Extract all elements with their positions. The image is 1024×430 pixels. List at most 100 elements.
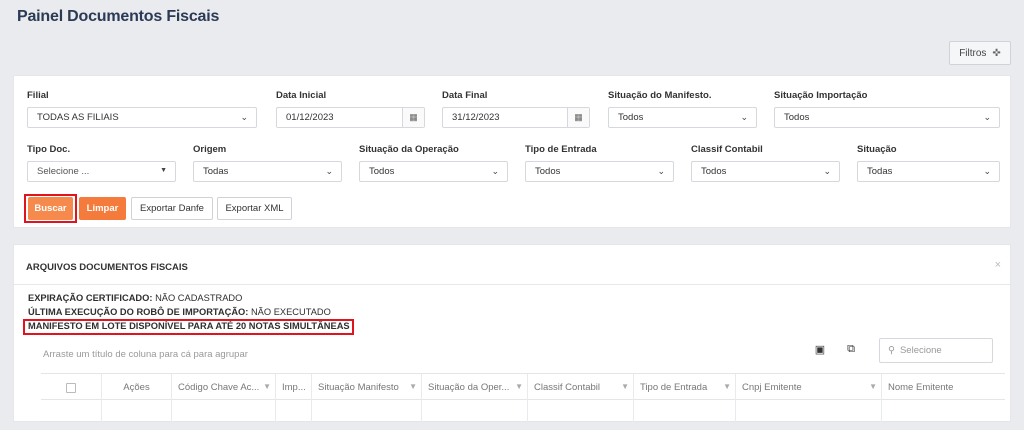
- column-chooser-icon[interactable]: ⧉: [840, 338, 862, 360]
- chevron-down-icon: ⌄: [823, 166, 831, 176]
- select-all-column[interactable]: [41, 374, 101, 401]
- col-acoes[interactable]: Ações: [101, 374, 171, 401]
- buscar-highlight: [24, 194, 77, 223]
- excel-export-icon[interactable]: ▣: [809, 338, 831, 360]
- chevron-down-icon: ⌄: [491, 166, 499, 176]
- exportar-danfe-button[interactable]: Exportar Danfe: [131, 197, 213, 220]
- tipo-entrada-value: Todos: [535, 166, 561, 177]
- chevron-down-icon: ⌄: [240, 112, 248, 122]
- filial-value: TODAS AS FILIAIS: [37, 112, 119, 123]
- search-placeholder: Selecione: [899, 345, 942, 356]
- col-imp[interactable]: Imp...: [275, 374, 311, 401]
- situacao-select[interactable]: Todas ⌄: [857, 161, 1000, 182]
- filter-icon[interactable]: ▼: [263, 382, 271, 391]
- filter-cell[interactable]: [311, 400, 421, 422]
- filter-cell[interactable]: [881, 400, 1005, 422]
- panel-divider: [14, 284, 1010, 285]
- situacao-manifesto-label: Situação do Manifesto.: [608, 90, 712, 101]
- chevron-down-icon: ⌄: [983, 112, 991, 122]
- limpar-button[interactable]: Limpar: [79, 197, 126, 220]
- origem-value: Todas: [203, 166, 229, 177]
- data-final-value: 31/12/2023: [452, 112, 500, 123]
- origem-select[interactable]: Todas ⌄: [193, 161, 342, 182]
- search-input[interactable]: ⚲ Selecione: [879, 338, 993, 363]
- chevron-down-icon: ⌄: [983, 166, 991, 176]
- col-tipo-entrada[interactable]: Tipo de Entrada ▼: [633, 374, 735, 401]
- page-title: Painel Documentos Fiscais: [17, 8, 220, 25]
- ultima-execucao-info: ÚLTIMA EXECUÇÃO DO ROBÔ DE IMPORTAÇÃO: N…: [28, 307, 331, 317]
- select-all-checkbox[interactable]: [66, 382, 76, 393]
- data-inicial-input[interactable]: 01/12/2023 ▦: [276, 107, 425, 128]
- situacao-label: Situação: [857, 144, 897, 155]
- col-acoes-label: Ações: [123, 382, 150, 393]
- filter-cell[interactable]: [421, 400, 527, 422]
- filtros-button[interactable]: Filtros ✜: [949, 41, 1011, 65]
- situacao-value: Todas: [867, 166, 893, 177]
- origem-label: Origem: [193, 144, 227, 155]
- col-classif-contabil[interactable]: Classif Contabil ▼: [527, 374, 633, 401]
- documents-card: ARQUIVOS DOCUMENTOS FISCAIS × EXPIRAÇÃO …: [13, 244, 1011, 422]
- expiracao-info: EXPIRAÇÃO CERTIFICADO: NÃO CADASTRADO: [28, 293, 242, 303]
- filter-cell[interactable]: [171, 400, 275, 422]
- tipo-doc-value: Selecione ...: [37, 166, 90, 177]
- classif-contabil-value: Todos: [701, 166, 727, 177]
- situacao-importacao-select[interactable]: Todos ⌄: [774, 107, 1000, 128]
- chevron-down-icon: ⌄: [325, 166, 333, 176]
- expiracao-value: NÃO CADASTRADO: [155, 293, 243, 303]
- col-cnpj-emitente-label: Cnpj Emitente: [742, 382, 802, 393]
- col-codigo-chave[interactable]: Código Chave Ac... ▼: [171, 374, 275, 401]
- filter-cell[interactable]: [275, 400, 311, 422]
- grid-filter-row: [41, 400, 1005, 422]
- calendar-icon[interactable]: ▦: [567, 108, 589, 127]
- panel-title: ARQUIVOS DOCUMENTOS FISCAIS: [26, 262, 188, 273]
- tipo-entrada-label: Tipo de Entrada: [525, 144, 597, 155]
- filter-icon[interactable]: ▼: [621, 382, 629, 391]
- col-situacao-manifesto-label: Situação Manifesto: [318, 382, 399, 393]
- filter-icon[interactable]: ▼: [409, 382, 417, 391]
- filter-cell[interactable]: [633, 400, 735, 422]
- close-icon[interactable]: ×: [995, 259, 1001, 271]
- filter-cell[interactable]: [527, 400, 633, 422]
- classif-contabil-select[interactable]: Todos ⌄: [691, 161, 840, 182]
- tipo-doc-label: Tipo Doc.: [27, 144, 71, 155]
- col-codigo-chave-label: Código Chave Ac...: [178, 382, 260, 393]
- situacao-operacao-value: Todos: [369, 166, 395, 177]
- situacao-manifesto-select[interactable]: Todos ⌄: [608, 107, 757, 128]
- expiracao-label: EXPIRAÇÃO CERTIFICADO:: [28, 293, 153, 303]
- search-icon: ⚲: [888, 345, 895, 356]
- group-hint: Arraste um título de coluna para cá para…: [43, 349, 248, 360]
- pin-icon: ✜: [992, 47, 1001, 59]
- col-situacao-operacao[interactable]: Situação da Oper... ▼: [421, 374, 527, 401]
- filial-label: Filial: [27, 90, 49, 101]
- ultima-execucao-label: ÚLTIMA EXECUÇÃO DO ROBÔ DE IMPORTAÇÃO:: [28, 307, 249, 317]
- tipo-doc-select[interactable]: Selecione ... ▼: [27, 161, 176, 182]
- filter-icon[interactable]: ▼: [723, 382, 731, 391]
- filter-cell[interactable]: [101, 400, 171, 422]
- chevron-down-icon: ⌄: [740, 112, 748, 122]
- situacao-importacao-label: Situação Importação: [774, 90, 868, 101]
- filter-cell[interactable]: [735, 400, 881, 422]
- calendar-icon[interactable]: ▦: [402, 108, 424, 127]
- grid-header: Ações Código Chave Ac... ▼ Imp... Situaç…: [41, 373, 1005, 401]
- filtros-label: Filtros: [959, 47, 987, 59]
- chevron-down-icon: ▼: [160, 167, 167, 174]
- data-final-label: Data Final: [442, 90, 488, 101]
- col-situacao-operacao-label: Situação da Oper...: [428, 382, 510, 393]
- col-situacao-manifesto[interactable]: Situação Manifesto ▼: [311, 374, 421, 401]
- filter-icon[interactable]: ▼: [869, 382, 877, 391]
- situacao-manifesto-value: Todos: [618, 112, 644, 123]
- col-nome-emitente[interactable]: Nome Emitente: [881, 374, 1005, 401]
- filial-select[interactable]: TODAS AS FILIAIS ⌄: [27, 107, 257, 128]
- data-inicial-value: 01/12/2023: [286, 112, 334, 123]
- filters-card: Filial Data Inicial Data Final Situação …: [13, 75, 1011, 228]
- chevron-down-icon: ⌄: [657, 166, 665, 176]
- data-final-input[interactable]: 31/12/2023 ▦: [442, 107, 590, 128]
- col-cnpj-emitente[interactable]: Cnpj Emitente ▼: [735, 374, 881, 401]
- situacao-operacao-select[interactable]: Todos ⌄: [359, 161, 508, 182]
- tipo-entrada-select[interactable]: Todos ⌄: [525, 161, 674, 182]
- ultima-execucao-value: NÃO EXECUTADO: [250, 307, 331, 317]
- situacao-importacao-value: Todos: [784, 112, 810, 123]
- filter-icon[interactable]: ▼: [515, 382, 523, 391]
- data-inicial-label: Data Inicial: [276, 90, 327, 101]
- exportar-xml-button[interactable]: Exportar XML: [217, 197, 292, 220]
